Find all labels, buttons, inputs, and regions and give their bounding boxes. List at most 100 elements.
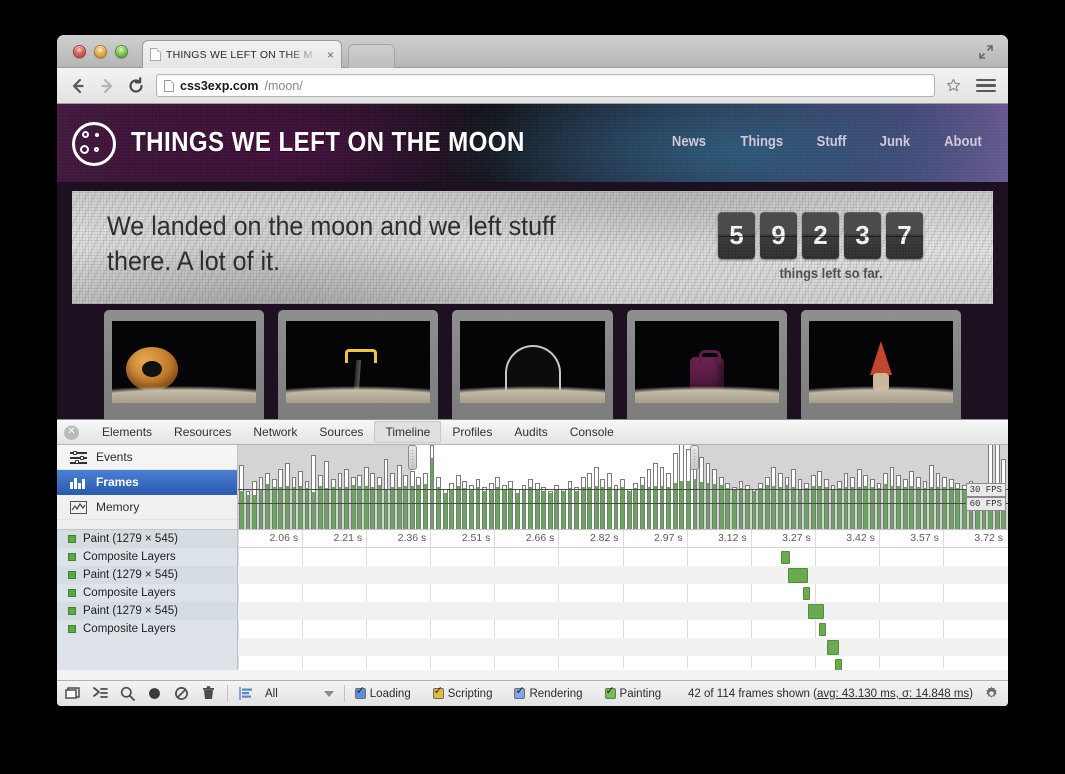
waterfall-row[interactable] xyxy=(238,602,1008,620)
tab-timeline[interactable]: Timeline xyxy=(374,421,441,443)
settings-gear-icon[interactable] xyxy=(983,685,1000,702)
checkbox-loading[interactable] xyxy=(355,688,366,699)
address-bar[interactable]: css3exp.com/moon/ xyxy=(156,74,935,97)
filter-rendering[interactable]: Rendering xyxy=(514,688,582,700)
waterfall-row[interactable] xyxy=(238,548,1008,566)
frames-summary-link[interactable]: avg: 43.130 ms, σ: 14.848 ms xyxy=(817,688,969,700)
waterfall-bar[interactable] xyxy=(803,587,810,600)
dock-window-icon[interactable] xyxy=(65,685,82,702)
close-tab-icon[interactable]: × xyxy=(325,49,334,61)
bookmark-star-icon[interactable] xyxy=(946,78,961,93)
devtools-tabbar: ✕ Elements Resources Network Sources Tim… xyxy=(57,420,1008,445)
record-row[interactable]: Composite Layers xyxy=(57,620,237,638)
thumbnail-item[interactable] xyxy=(104,310,264,419)
console-drawer-icon[interactable] xyxy=(92,685,109,702)
thumbnail-item[interactable] xyxy=(627,310,787,419)
nav-link-junk[interactable]: Junk xyxy=(880,134,910,150)
record-label: Paint (1279 × 545) xyxy=(83,533,178,545)
record-row[interactable]: Paint (1279 × 545) xyxy=(57,602,237,620)
frame-bar xyxy=(561,489,566,529)
filter-scripting[interactable]: Scripting xyxy=(433,688,493,700)
frame-bar xyxy=(896,475,901,529)
checkbox-scripting[interactable] xyxy=(433,688,444,699)
waterfall-bar[interactable] xyxy=(808,604,824,619)
frame-bar xyxy=(857,469,862,529)
waterfall-bar[interactable] xyxy=(819,623,826,636)
tab-console[interactable]: Console xyxy=(559,421,625,443)
nav-link-news[interactable]: News xyxy=(672,134,706,150)
counter-digit: 3 xyxy=(844,212,881,259)
search-icon[interactable] xyxy=(119,685,136,702)
filter-select[interactable]: All xyxy=(265,688,334,700)
waterfall-row[interactable] xyxy=(238,638,1008,656)
waterfall-bar[interactable] xyxy=(835,659,842,670)
thumbnail-item[interactable] xyxy=(801,310,961,419)
checkbox-painting[interactable] xyxy=(605,688,616,699)
forward-arrow-icon[interactable] xyxy=(98,77,116,95)
frame-bar xyxy=(482,487,487,529)
frame-bar xyxy=(285,463,290,529)
trash-icon[interactable] xyxy=(200,685,217,702)
filter-painting[interactable]: Painting xyxy=(605,688,662,700)
counter-caption: things left so far. xyxy=(739,265,923,281)
clear-filter-icon[interactable] xyxy=(173,685,190,702)
flame-chart-icon[interactable] xyxy=(238,685,255,702)
tab-network[interactable]: Network xyxy=(242,421,308,443)
waterfall-bar[interactable] xyxy=(781,551,790,564)
tab-resources[interactable]: Resources xyxy=(163,421,242,443)
frame-bar xyxy=(338,473,343,529)
sidebar-item-memory[interactable]: Memory xyxy=(57,495,237,520)
record-row[interactable]: Composite Layers xyxy=(57,548,237,566)
back-arrow-icon[interactable] xyxy=(69,77,87,95)
sidebar-item-events[interactable]: Events xyxy=(57,445,237,470)
waterfall-row[interactable] xyxy=(238,620,1008,638)
frame-bar xyxy=(357,475,362,529)
thumbnail-item[interactable] xyxy=(452,310,612,419)
frames-overview-chart[interactable]: 30 FPS 60 FPS xyxy=(238,445,1008,529)
record-color-swatch xyxy=(68,607,76,615)
tab-sources[interactable]: Sources xyxy=(308,421,374,443)
tab-audits[interactable]: Audits xyxy=(503,421,558,443)
record-row[interactable]: Paint (1279 × 545) xyxy=(57,530,237,548)
record-list[interactable]: Paint (1279 × 545)Composite LayersPaint … xyxy=(57,530,238,670)
waterfall-row[interactable] xyxy=(238,584,1008,602)
thumbnail-item[interactable] xyxy=(278,310,438,419)
record-color-swatch xyxy=(68,571,76,579)
waterfall-bar[interactable] xyxy=(788,568,808,583)
waterfall-row[interactable] xyxy=(238,656,1008,670)
new-tab-button[interactable] xyxy=(348,44,395,68)
selection-handle-right[interactable] xyxy=(690,445,699,470)
checkbox-rendering[interactable] xyxy=(514,688,525,699)
maximize-icon[interactable] xyxy=(978,44,994,60)
sidebar-item-frames[interactable]: Frames xyxy=(57,470,237,495)
zoom-window-button[interactable] xyxy=(115,45,128,58)
web-page-content: THINGS WE LEFT ON THE MOON News Things S… xyxy=(57,104,1008,419)
waterfall-bar[interactable] xyxy=(827,640,839,655)
tab-profiles[interactable]: Profiles xyxy=(441,421,503,443)
waterfall-row[interactable] xyxy=(238,566,1008,584)
nav-link-things[interactable]: Things xyxy=(740,134,783,150)
waterfall-area[interactable]: 2.06 s2.21 s2.36 s2.51 s2.66 s2.82 s2.97… xyxy=(238,530,1008,670)
close-devtools-icon[interactable]: ✕ xyxy=(64,425,79,440)
close-window-button[interactable] xyxy=(73,45,86,58)
frame-bar xyxy=(666,473,671,529)
record-row[interactable]: Paint (1279 × 545) xyxy=(57,566,237,584)
frame-bar xyxy=(594,467,599,529)
frame-bar xyxy=(890,467,895,529)
nav-link-about[interactable]: About xyxy=(944,134,982,150)
thumbnail-image-gnome xyxy=(809,321,953,403)
screen-root: THINGS WE LEFT ON THE M × css3exp.com/mo… xyxy=(0,0,1065,774)
thumbnail-image-donut xyxy=(112,321,256,403)
ruler-tick-label: 2.06 s xyxy=(269,532,298,544)
filter-loading[interactable]: Loading xyxy=(355,688,411,700)
record-icon[interactable] xyxy=(146,685,163,702)
hamburger-menu-icon[interactable] xyxy=(976,79,996,93)
record-row[interactable]: Composite Layers xyxy=(57,584,237,602)
tab-elements[interactable]: Elements xyxy=(91,421,163,443)
minimize-window-button[interactable] xyxy=(94,45,107,58)
page-info-icon xyxy=(164,80,174,92)
browser-tab[interactable]: THINGS WE LEFT ON THE M × xyxy=(142,40,342,68)
nav-link-stuff[interactable]: Stuff xyxy=(817,134,847,150)
selection-handle-left[interactable] xyxy=(408,445,417,470)
reload-icon[interactable] xyxy=(127,77,145,95)
